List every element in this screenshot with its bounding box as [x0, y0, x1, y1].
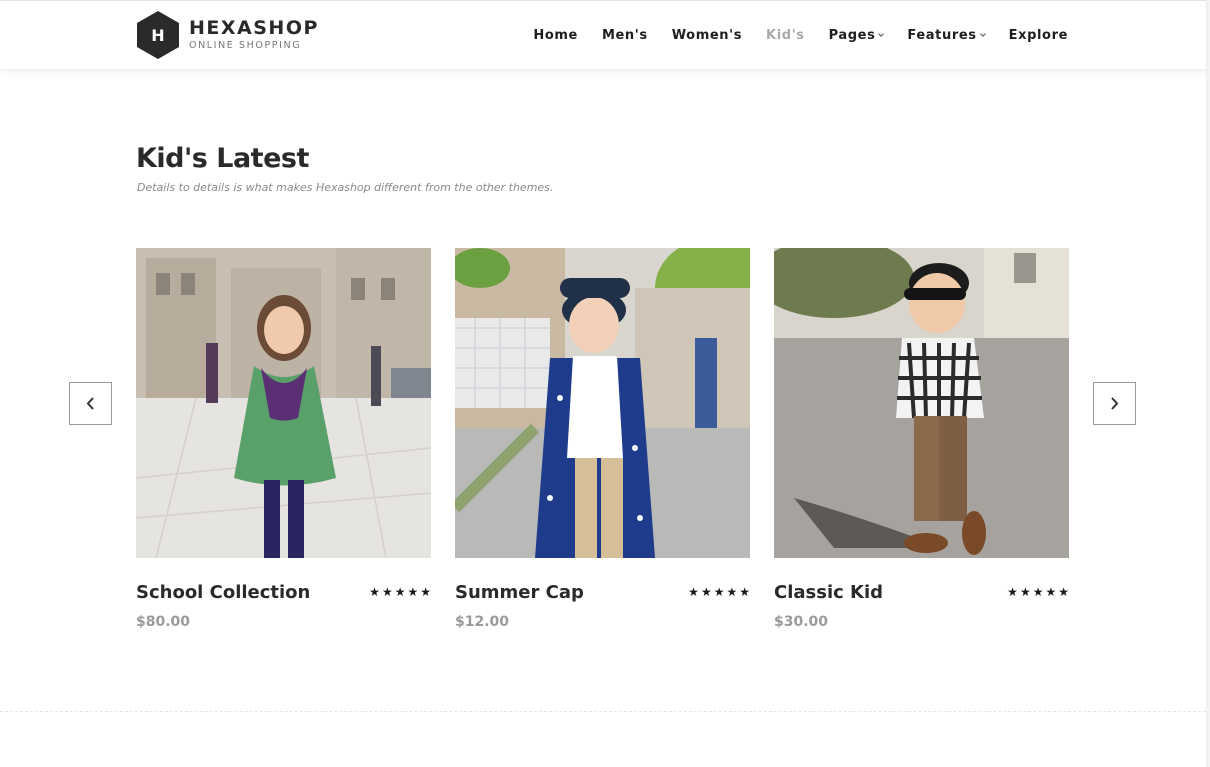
- product-price: $30.00: [774, 614, 829, 630]
- nav-item-kids[interactable]: Kid's: [766, 28, 805, 43]
- nav-item-label: Kid's: [766, 28, 805, 43]
- product-rating: ★ ★ ★ ★ ★: [686, 585, 750, 599]
- nav-item-mens[interactable]: Men's: [602, 28, 648, 43]
- nav-item-pages[interactable]: Pages: [828, 28, 885, 43]
- product-card[interactable]: School Collection ★ ★ ★ ★ ★ $80.00: [136, 248, 431, 630]
- star-icon: ★: [700, 585, 712, 599]
- nav-item-features[interactable]: Features: [907, 28, 986, 43]
- product-title[interactable]: Summer Cap: [455, 582, 584, 603]
- logo-mark: H: [151, 26, 164, 45]
- product-price: $80.00: [136, 614, 191, 630]
- chevron-right-icon: [1111, 397, 1119, 410]
- carousel-next-button[interactable]: [1093, 382, 1136, 425]
- section-title: Kid's Latest: [136, 143, 309, 174]
- chevron-down-icon: [878, 31, 885, 37]
- section-divider: [0, 711, 1206, 712]
- product-image[interactable]: [455, 248, 750, 558]
- nav-item-explore[interactable]: Explore: [1009, 28, 1068, 43]
- product-title[interactable]: School Collection: [136, 582, 310, 603]
- chevron-left-icon: [86, 397, 94, 410]
- star-icon: ★: [688, 585, 699, 599]
- nav-item-label: Women's: [671, 28, 743, 43]
- product-price: $12.00: [455, 614, 510, 630]
- scrollbar-track[interactable]: [1206, 0, 1210, 767]
- star-icon: ★: [726, 585, 738, 599]
- product-card[interactable]: Classic Kid ★ ★ ★ ★ ★ $30.00: [774, 248, 1069, 630]
- nav-item-label: Features: [907, 28, 977, 43]
- nav-item-label: Men's: [601, 28, 648, 43]
- star-icon: ★: [1007, 585, 1018, 599]
- brand-tagline: ONLINE SHOPPING: [189, 40, 302, 51]
- star-icon: ★: [1058, 585, 1069, 599]
- site-header: H HEXASHOP ONLINE SHOPPING Home Men's Wo…: [0, 0, 1210, 69]
- star-icon: ★: [381, 585, 393, 599]
- star-icon: ★: [420, 585, 431, 599]
- main-nav: Home Men's Women's Kid's Pages Features …: [509, 1, 1068, 70]
- star-icon: ★: [713, 585, 725, 599]
- nav-item-label: Explore: [1008, 28, 1068, 43]
- nav-item-womens[interactable]: Women's: [672, 28, 742, 43]
- nav-item-label: Home: [533, 28, 578, 43]
- product-rating: ★ ★ ★ ★ ★: [367, 585, 431, 599]
- brand-logo[interactable]: H HEXASHOP ONLINE SHOPPING: [136, 9, 319, 61]
- chevron-down-icon: [979, 31, 986, 37]
- hexagon-logo-icon: H: [136, 10, 180, 60]
- star-icon: ★: [739, 585, 750, 599]
- nav-item-home[interactable]: Home: [533, 28, 578, 43]
- brand-name: HEXASHOP: [189, 17, 319, 39]
- product-card[interactable]: Summer Cap ★ ★ ★ ★ ★ $12.00: [455, 248, 750, 630]
- star-icon: ★: [1019, 585, 1031, 599]
- product-rating: ★ ★ ★ ★ ★: [1005, 585, 1069, 599]
- star-icon: ★: [1045, 585, 1057, 599]
- section-subtitle: Details to details is what makes Hexasho…: [137, 181, 554, 194]
- product-image[interactable]: [774, 248, 1069, 558]
- star-icon: ★: [369, 585, 380, 599]
- product-image[interactable]: [136, 248, 431, 558]
- nav-item-label: Pages: [828, 28, 876, 43]
- star-icon: ★: [407, 585, 419, 599]
- carousel-prev-button[interactable]: [69, 382, 112, 425]
- star-icon: ★: [1032, 585, 1044, 599]
- product-title[interactable]: Classic Kid: [774, 582, 883, 603]
- star-icon: ★: [394, 585, 406, 599]
